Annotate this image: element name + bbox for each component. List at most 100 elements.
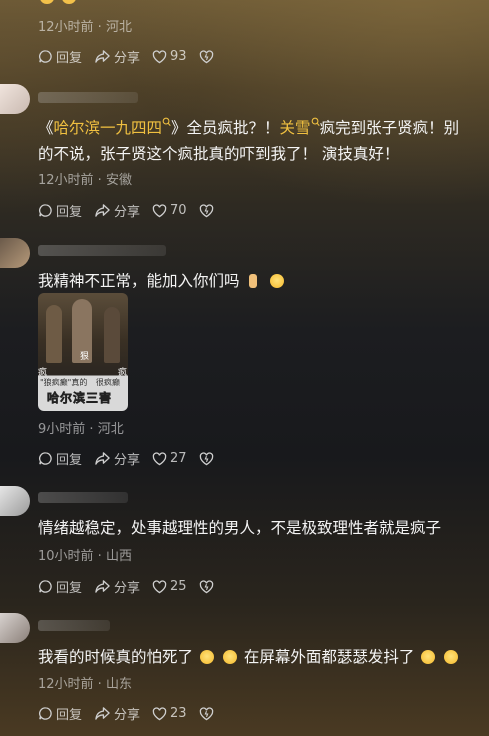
- comment-actions: 回复 分享 93: [38, 47, 229, 66]
- comment-location: 山东: [105, 677, 132, 692]
- like-count: 25: [170, 579, 187, 594]
- like-button[interactable]: 70: [152, 203, 187, 218]
- comment-meta: 10小时前 · 山西: [38, 549, 132, 564]
- like-icon: [152, 706, 167, 720]
- comment-text-line2: 的不说，张子贤这个疯批真的吓到我了！ 演技真好！: [38, 145, 400, 163]
- sticker-title: 哈尔滨三害: [47, 391, 113, 406]
- hand-emoji-icon: [249, 274, 258, 288]
- comment-actions: 回复 分享 25: [38, 577, 229, 596]
- dislike-button[interactable]: [199, 579, 217, 594]
- like-icon: [152, 451, 167, 465]
- reply-button[interactable]: 回复: [38, 704, 82, 723]
- like-count: 70: [170, 203, 187, 218]
- comment-location: 安徽: [105, 173, 132, 188]
- share-label: 分享: [114, 453, 141, 468]
- pleading-face-icon: [444, 650, 459, 664]
- reply-icon: [39, 50, 52, 63]
- like-count: 27: [170, 451, 187, 466]
- comment-meta: 12小时前 · 安徽: [38, 173, 132, 188]
- comment-time: 12小时前: [38, 20, 94, 35]
- like-icon: [152, 49, 167, 63]
- dislike-icon: [199, 49, 213, 63]
- gif-sticker[interactable]: 疯 狠 疯 "狼疯癫"真的 很疯癫 哈尔滨三害: [38, 293, 128, 411]
- comment-location: 河北: [97, 422, 124, 437]
- share-button[interactable]: 分享: [94, 704, 140, 723]
- like-button[interactable]: 93: [152, 49, 187, 64]
- search-icon: [311, 117, 320, 127]
- reply-icon: [39, 452, 52, 465]
- dislike-icon: [199, 579, 213, 593]
- reply-button[interactable]: 回复: [38, 449, 82, 468]
- reply-icon: [39, 707, 52, 720]
- emoji-sticker: [40, 0, 54, 4]
- like-button[interactable]: 23: [152, 706, 187, 721]
- dislike-icon: [199, 706, 213, 720]
- like-count: 93: [170, 49, 187, 64]
- sticker-text-center: 狠: [80, 352, 90, 362]
- share-label: 分享: [114, 205, 141, 220]
- avatar[interactable]: [0, 84, 30, 114]
- like-button[interactable]: 27: [152, 451, 187, 466]
- reply-label: 回复: [56, 205, 83, 220]
- avatar[interactable]: [0, 486, 30, 516]
- share-button[interactable]: 分享: [94, 577, 140, 596]
- reply-label: 回复: [56, 708, 83, 723]
- comment-location: 山西: [105, 549, 132, 564]
- pleading-face-icon: [222, 650, 237, 664]
- avatar[interactable]: [0, 238, 30, 268]
- comment-time: 9小时前: [38, 422, 86, 437]
- dislike-button[interactable]: [199, 706, 217, 721]
- comment-text: 我看的时候真的怕死了 在屏幕外面都瑟瑟发抖了: [38, 645, 460, 669]
- comment-time: 10小时前: [38, 549, 94, 564]
- username[interactable]: [38, 492, 128, 503]
- comment-meta: 9小时前 · 河北: [38, 422, 124, 437]
- share-button[interactable]: 分享: [94, 449, 140, 468]
- username[interactable]: [38, 245, 166, 256]
- dislike-button[interactable]: [199, 451, 217, 466]
- comment-time: 12小时前: [38, 173, 94, 188]
- username[interactable]: [38, 92, 138, 103]
- reply-icon: [39, 580, 52, 593]
- figure-shape: [46, 305, 62, 363]
- dislike-button[interactable]: [199, 49, 217, 64]
- figure-shape: [104, 307, 120, 363]
- comment-actions: 回复 分享 27: [38, 449, 229, 468]
- share-icon: [95, 707, 110, 720]
- reply-label: 回复: [56, 581, 83, 596]
- reply-button[interactable]: 回复: [38, 47, 82, 66]
- reply-icon: [39, 204, 52, 217]
- comment-actions: 回复 分享 70: [38, 201, 229, 220]
- emoji-sticker: [62, 0, 76, 4]
- dislike-icon: [199, 203, 213, 217]
- winking-face-icon: [270, 274, 285, 288]
- username[interactable]: [38, 620, 110, 631]
- share-icon: [95, 204, 110, 217]
- sticker-caption: "狼疯癫"真的 很疯癫: [40, 378, 120, 387]
- share-icon: [95, 580, 110, 593]
- share-icon: [95, 452, 110, 465]
- reply-label: 回复: [56, 453, 83, 468]
- reply-button[interactable]: 回复: [38, 577, 82, 596]
- comment-text: 我精神不正常，能加入你们吗: [38, 269, 286, 293]
- comment-time: 12小时前: [38, 677, 94, 692]
- comment-meta: 12小时前 · 河北: [38, 20, 132, 35]
- like-button[interactable]: 25: [152, 579, 187, 594]
- comment-text: 《哈尔滨一九四四 》全员疯批？！关雪 疯完到张子贤疯！别: [38, 117, 460, 137]
- search-link[interactable]: 哈尔滨一九四四: [54, 117, 172, 137]
- dislike-icon: [199, 451, 213, 465]
- like-icon: [152, 579, 167, 593]
- share-label: 分享: [114, 51, 141, 66]
- share-button[interactable]: 分享: [94, 47, 140, 66]
- reply-button[interactable]: 回复: [38, 201, 82, 220]
- search-icon: [162, 117, 171, 127]
- reply-label: 回复: [56, 51, 83, 66]
- pleading-face-icon: [199, 650, 214, 664]
- search-link[interactable]: 关雪: [280, 117, 320, 137]
- comment-actions: 回复 分享 23: [38, 704, 229, 723]
- avatar[interactable]: [0, 613, 30, 643]
- comment-location: 河北: [105, 20, 132, 35]
- share-button[interactable]: 分享: [94, 201, 140, 220]
- dislike-button[interactable]: [199, 203, 217, 218]
- share-icon: [95, 50, 110, 63]
- like-icon: [152, 203, 167, 217]
